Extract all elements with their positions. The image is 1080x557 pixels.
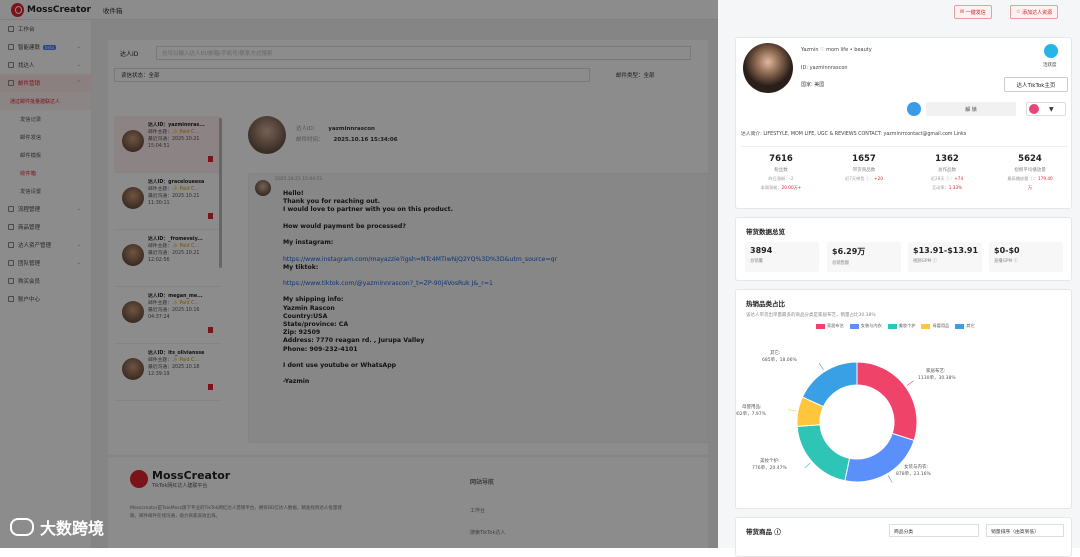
stat-block: 1362 总作品数近28天 ⓘ：+74 互动率：1.33% <box>907 154 987 191</box>
donut-slice-0[interactable] <box>856 361 918 442</box>
stat-sub: 最高播放量 ⓘ：179.40 <box>990 176 1070 182</box>
instagram-icon <box>1029 104 1039 114</box>
slice-label: 美妆个护: <box>760 457 780 464</box>
stat-value: 7616 <box>769 154 793 164</box>
hot-category-card: 热销品类占比 该达人带货出单量最多的商品分类是家居布艺，销量占比30.38% 家… <box>735 289 1072 509</box>
sales-title: 带货数据总览 <box>746 228 785 236</box>
goods-category-select[interactable]: 商品分类 <box>889 524 979 537</box>
open-tiktok-button[interactable]: 达人TikTok主页 <box>1004 77 1068 92</box>
stat-sub-text: 最高播放量 ⓘ： <box>1007 176 1038 181</box>
one-click-send-button[interactable]: ✉ 一键发信 <box>954 5 992 19</box>
donut-chart: 家居布艺:1130单，30.38% 女装与内衣:878单，23.16% 美妆个护:7… <box>736 349 956 483</box>
stat-sub2-value: 1.33% <box>948 185 963 190</box>
stat-sub2: 本周涨粉：20.00万+ <box>741 185 821 191</box>
stat-sub: 近28天 ⓘ：+74 <box>907 176 987 182</box>
label-leader-line <box>818 362 824 370</box>
slice-label: 1130单，30.38% <box>918 374 956 381</box>
email-icon[interactable] <box>907 102 921 116</box>
label-leader-line <box>887 475 893 483</box>
stat-sub2-text: 本周涨粉： <box>760 185 782 190</box>
unlock-button[interactable]: 解 锁 <box>926 102 1016 116</box>
stat-sub2: 互动率：1.33% <box>907 185 987 191</box>
donut-slice-4[interactable] <box>801 361 858 408</box>
slice-label: 685单，18.06% <box>762 356 797 363</box>
add-creator-label: 添加达人资源 <box>1022 9 1053 16</box>
stat-label: 视频平均播放量 <box>1014 168 1046 173</box>
profile-country: 国家: 美国 <box>801 82 825 88</box>
profile-card: Yazmin ♡ mom life • beauty ID: yazminnra… <box>735 37 1072 209</box>
stat-sub-value: 179.40 <box>1038 176 1053 181</box>
slice-label: 女装与内衣: <box>904 463 928 470</box>
unlock-label: 解 锁 <box>965 106 977 113</box>
watermark-logo-icon <box>10 518 34 536</box>
label-leader-line <box>788 409 797 412</box>
profile-name: Yazmin ♡ mom life • beauty <box>801 47 872 53</box>
divider <box>741 146 1068 147</box>
creator-drawer: ✉ 一键发信 ☆ 添加达人资源 Yazmin ♡ mom life • beau… <box>718 0 1080 557</box>
stat-value: 5624 <box>1018 154 1042 164</box>
activity-label: 活跃度 <box>1043 63 1057 68</box>
sales-label: 视频GPM ⓘ <box>913 259 937 264</box>
open-tiktok-label: 达人TikTok主页 <box>1016 82 1056 89</box>
stat-sub2-value: 万 <box>1027 185 1033 190</box>
stat-block: 7616 粉丝数昨日涨粉：-2 本周涨粉：20.00万+ <box>741 154 821 191</box>
slice-label: 家居布艺: <box>926 367 946 374</box>
stat-value: 1657 <box>852 154 876 164</box>
stat-sub: 昨日涨粉：-2 <box>741 176 821 182</box>
stat-label: 总作品数 <box>938 168 956 173</box>
watermark-text: 大数跨境 <box>40 519 105 538</box>
sales-overview-card: 带货数据总览 3894 总销量 $6.29万总销售额 $13.91-$13.91 视频G… <box>735 217 1072 281</box>
stat-sub-text: 近7天带货 ⓘ： <box>845 176 875 181</box>
stat-sub-value: +20 <box>874 176 883 181</box>
stat-sub-text: 近28天 ⓘ： <box>930 176 955 181</box>
sales-value: $6.29万 <box>832 247 866 256</box>
app-root: MossCreator 收件箱 工作台 智能建联 beta ⌄ 找达人 ⌄ 邮件营销 ⌃ 通过… <box>0 0 1080 557</box>
slice-label: 776单，20.47% <box>752 464 787 471</box>
stat-sub-text: 昨日涨粉：-2 <box>768 176 794 181</box>
activity-icon <box>1044 44 1058 58</box>
profile-avatar <box>743 43 793 93</box>
slice-label: 母婴用品: <box>742 404 762 410</box>
stat-sub-value: +74 <box>954 176 964 181</box>
stat-sub2-text: 互动率： <box>931 185 949 190</box>
sales-metric: $6.29万总销售额 <box>827 242 901 272</box>
stat-sub2: 万 <box>990 185 1070 191</box>
goods-sort-label: 销量排序（由高到低） <box>991 530 1039 535</box>
dropdown-caret-icon: ▼ <box>1049 105 1054 113</box>
stat-block: 1657 带货商品数近7天带货 ⓘ：+20 <box>824 154 904 182</box>
label-leader-line <box>906 380 914 386</box>
goods-title: 带货商品 ⓘ <box>746 528 781 536</box>
goods-category-label: 商品分类 <box>894 530 914 535</box>
add-creator-button[interactable]: ☆ 添加达人资源 <box>1010 5 1059 19</box>
stat-label: 带货商品数 <box>852 168 876 173</box>
donut-slice-2[interactable] <box>796 424 851 482</box>
sales-value: $0-$0 <box>994 246 1020 255</box>
one-click-send-label: 一键发信 <box>965 9 986 16</box>
stat-sub2-value: 20.00万+ <box>781 185 802 190</box>
profile-id: ID: yazminnrascon <box>801 65 848 71</box>
modal-overlay[interactable] <box>0 0 718 548</box>
stat-value: 1362 <box>935 154 959 164</box>
goods-card: 带货商品 ⓘ 商品分类 销量排序（由高到低） <box>735 517 1072 557</box>
sales-metric: $0-$0 直播GPM ⓘ <box>989 242 1063 272</box>
sales-value: 3894 <box>750 246 773 255</box>
stat-block: 5624 视频平均播放量最高播放量 ⓘ：179.40 万 <box>990 154 1070 191</box>
sales-metric: 3894 总销量 <box>745 242 819 272</box>
sales-label: 总销售额 <box>832 261 850 266</box>
slice-label: 302单，7.97% <box>736 410 767 417</box>
watermark: 大数跨境 <box>10 515 104 539</box>
stat-sub: 近7天带货 ⓘ：+20 <box>824 176 904 182</box>
social-select[interactable]: ▼ <box>1026 102 1066 116</box>
stat-label: 粉丝数 <box>774 168 788 173</box>
sales-label: 总销量 <box>750 259 763 264</box>
goods-sort-select[interactable]: 销量排序（由高到低） <box>986 524 1064 537</box>
sales-value: $13.91-$13.91 <box>913 246 979 255</box>
label-leader-line <box>804 462 811 469</box>
slice-label: 其它: <box>770 349 781 356</box>
sales-metric: $13.91-$13.91 视频GPM ⓘ <box>908 242 982 272</box>
slice-label: 878单，23.16% <box>896 470 931 477</box>
sales-label: 直播GPM ⓘ <box>994 259 1018 264</box>
profile-bio: 达人简介: LIFESTYLE, MOM LIFE, UGC & REVIEWS… <box>741 132 967 137</box>
